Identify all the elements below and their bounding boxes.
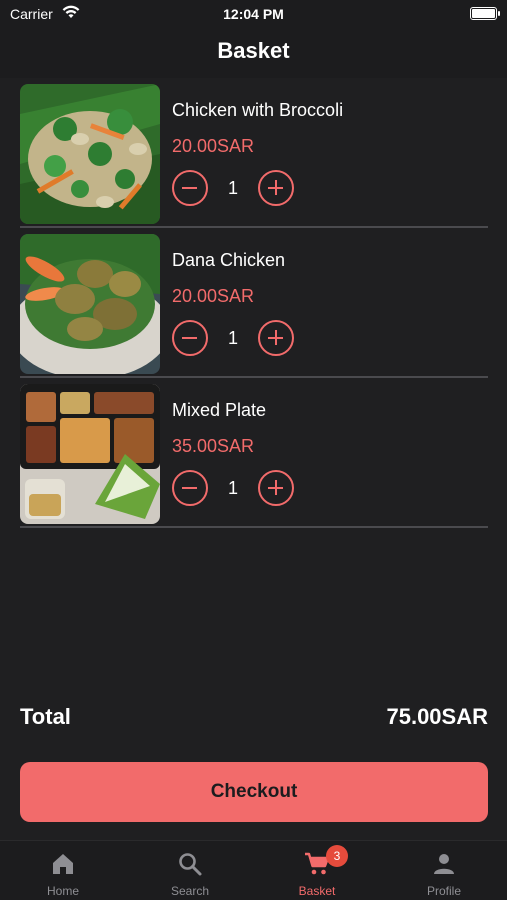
quantity-stepper: 1 <box>172 470 294 506</box>
search-icon <box>179 853 202 876</box>
item-quantity: 1 <box>227 178 238 198</box>
tab-label: Search <box>170 884 210 898</box>
quantity-stepper: 1 <box>172 320 294 356</box>
tab-label: Basket <box>298 884 336 898</box>
basket-item: Chicken with Broccoli 20.00SAR 1 <box>20 78 488 228</box>
battery-icon <box>470 7 500 20</box>
cart-count-badge: 3 <box>326 845 348 867</box>
tab-label: Home <box>46 884 79 898</box>
person-icon <box>434 854 454 874</box>
item-price: 35.00SAR <box>172 436 255 456</box>
food-image-chicken-broccoli <box>20 84 160 224</box>
item-name: Dana Chicken <box>172 250 286 270</box>
item-name: Mixed Plate <box>172 400 267 420</box>
increase-quantity-button[interactable] <box>258 170 294 206</box>
food-image-dana-chicken <box>20 234 160 374</box>
minus-icon <box>182 336 197 340</box>
decrease-quantity-button[interactable] <box>172 470 208 506</box>
tab-profile[interactable]: Profile <box>381 841 507 900</box>
basket-list: Chicken with Broccoli 20.00SAR 1 Dana Ch… <box>20 78 488 528</box>
minus-icon <box>182 186 197 190</box>
food-image-mixed-plate <box>20 384 160 524</box>
increase-quantity-button[interactable] <box>258 470 294 506</box>
total-label: Total <box>20 704 71 729</box>
decrease-quantity-button[interactable] <box>172 320 208 356</box>
decrease-quantity-button[interactable] <box>172 170 208 206</box>
tab-home[interactable]: Home <box>0 841 126 900</box>
item-quantity: 1 <box>227 328 238 348</box>
item-price: 20.00SAR <box>172 286 255 306</box>
home-icon <box>53 854 73 874</box>
item-name: Chicken with Broccoli <box>172 100 344 120</box>
checkout-button[interactable]: Checkout <box>20 762 488 822</box>
item-price: 20.00SAR <box>172 136 255 156</box>
tab-basket[interactable]: 3 Basket <box>254 841 380 900</box>
basket-item: Dana Chicken 20.00SAR 1 <box>20 228 488 378</box>
clock: 12:04 PM <box>223 6 284 22</box>
nav-bar: Basket <box>0 28 507 78</box>
tab-bar: Home Search 3 Basket Profile <box>0 840 507 900</box>
increase-quantity-button[interactable] <box>258 320 294 356</box>
tab-search[interactable]: Search <box>127 841 253 900</box>
total-row: Total 75.00SAR <box>20 704 488 736</box>
basket-item: Mixed Plate 35.00SAR 1 <box>20 378 488 528</box>
item-quantity: 1 <box>227 478 238 498</box>
tab-label: Profile <box>426 884 461 898</box>
total-value: 75.00SAR <box>386 704 488 729</box>
page-title: Basket <box>217 38 290 63</box>
status-bar: Carrier 12:04 PM <box>0 0 507 28</box>
minus-icon <box>182 486 197 490</box>
quantity-stepper: 1 <box>172 170 294 206</box>
